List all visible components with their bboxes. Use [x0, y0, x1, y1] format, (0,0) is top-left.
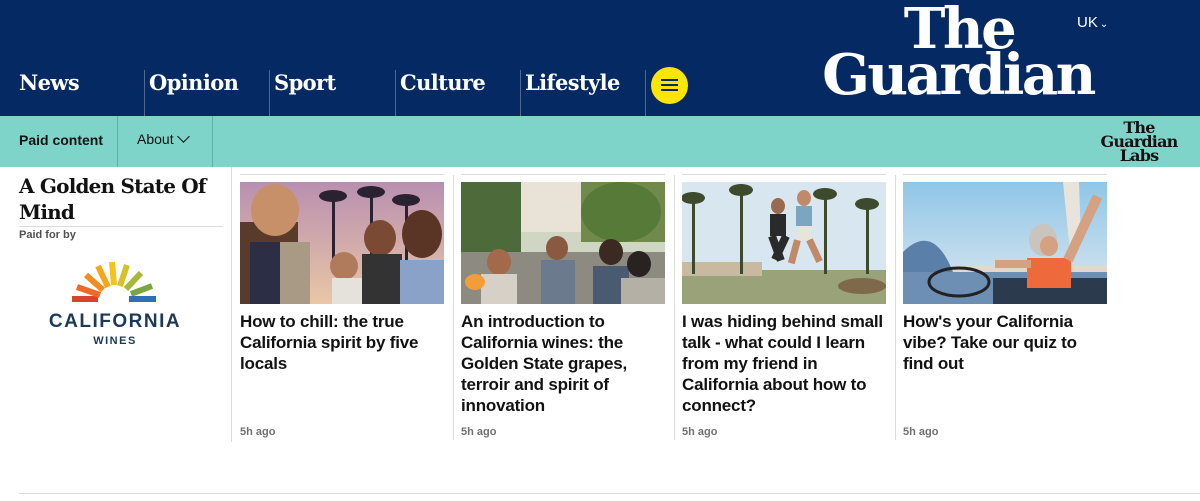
menu-icon	[661, 79, 678, 81]
nav-divider	[645, 70, 646, 116]
menu-icon-bar	[661, 89, 678, 91]
ray-lime	[117, 264, 130, 287]
menu-button[interactable]	[651, 67, 688, 104]
paid-content-label: Paid content	[0, 116, 118, 167]
article-card[interactable]: How to chill: the true California spirit…	[240, 174, 444, 440]
card-headline: I was hiding behind small talk - what co…	[682, 312, 883, 415]
sunburst-icon	[72, 261, 156, 302]
nav-lifestyle-label: Lifestyle	[525, 70, 620, 95]
sponsor-subname: WINES	[93, 335, 137, 347]
card-divider	[461, 174, 665, 175]
column-divider	[453, 175, 454, 440]
card-image-convertible	[903, 182, 1107, 304]
column-divider	[895, 175, 896, 440]
article-card[interactable]: An introduction to California wines: the…	[461, 174, 665, 440]
ray-olive	[123, 270, 144, 292]
card-timestamp: 5h ago	[240, 426, 276, 438]
column-divider	[674, 175, 675, 440]
sponsor-name: CALIFORNIA	[48, 311, 182, 332]
nav-lifestyle[interactable]: Lifestyle	[520, 70, 645, 116]
article-card[interactable]: I was hiding behind small talk - what co…	[682, 174, 886, 440]
card-divider	[240, 174, 444, 175]
nav-opinion[interactable]: Opinion	[144, 70, 269, 116]
logo-line-2: Guardian	[822, 42, 1096, 108]
labs-logo-line-3: Labs	[1119, 146, 1159, 165]
sponsor-logo[interactable]: CALIFORNIA WINES	[30, 257, 200, 357]
series-title[interactable]: A Golden State Of Mind	[19, 173, 219, 225]
card-headline: An introduction to California wines: the…	[461, 312, 628, 415]
card-image-wine-party	[461, 182, 665, 304]
card-image-jumping	[682, 182, 886, 304]
card-divider	[903, 174, 1107, 175]
card-timestamp: 5h ago	[461, 426, 497, 438]
card-timestamp: 5h ago	[682, 426, 718, 438]
divider	[19, 226, 223, 227]
nav-sport[interactable]: Sport	[269, 70, 395, 116]
ray-green	[129, 283, 154, 297]
article-card[interactable]: How's your California vibe? Take our qui…	[903, 174, 1107, 440]
nav-news[interactable]: News	[15, 70, 80, 116]
nav-news-label: News	[19, 70, 80, 95]
about-label: About	[137, 131, 174, 147]
nav-sport-label: Sport	[274, 70, 336, 95]
about-button[interactable]: About	[118, 116, 213, 167]
card-headline: How to chill: the true California spirit…	[240, 312, 419, 373]
section-bottom-divider	[19, 493, 1200, 494]
nav-culture-label: Culture	[400, 70, 486, 95]
menu-icon-bar	[661, 84, 678, 86]
chevron-down-icon	[176, 130, 190, 143]
site-header: News Opinion Sport Culture Lifestyle UK ⌄…	[0, 0, 1200, 116]
card-timestamp: 5h ago	[903, 426, 939, 438]
nav-opinion-label: Opinion	[149, 70, 239, 95]
series-column: A Golden State Of Mind Paid for by CALIF…	[0, 167, 232, 442]
card-headline: How's your California vibe? Take our qui…	[903, 312, 1077, 373]
guardian-logo[interactable]: The Guardian	[806, 1, 1110, 108]
guardian-labs-logo[interactable]: The Guardian Labs	[1097, 120, 1181, 165]
card-image-friends	[240, 182, 444, 304]
ray-yellow	[109, 261, 117, 286]
card-divider	[682, 174, 886, 175]
nav-culture[interactable]: Culture	[395, 70, 520, 116]
labs-bar: Paid content About	[0, 116, 1200, 167]
paid-for-by-label: Paid for by	[19, 229, 76, 241]
